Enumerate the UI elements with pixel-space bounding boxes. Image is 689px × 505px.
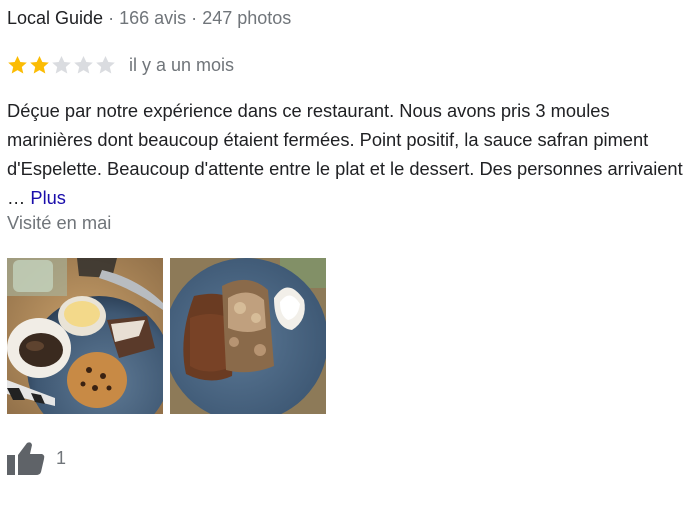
meta-separator: · <box>108 8 115 28</box>
meta-separator: · <box>191 8 198 28</box>
review-text: Déçue par notre expérience dans ce resta… <box>7 100 683 208</box>
more-link[interactable]: Plus <box>30 187 66 208</box>
rating-row: il y a un mois <box>7 53 234 77</box>
star-rating <box>7 55 117 75</box>
star-filled-icon <box>30 56 49 74</box>
chocolate-cake-photo[interactable] <box>170 258 326 414</box>
review-photos <box>7 258 326 414</box>
visit-date: Visité en mai <box>7 212 112 233</box>
reviewer-meta: Local Guide · 166 avis · 247 photos <box>7 6 291 30</box>
likes-row: 1 <box>7 441 66 475</box>
star-filled-icon <box>8 56 27 74</box>
review-time: il y a un mois <box>129 55 235 75</box>
star-empty-icon <box>74 56 93 74</box>
review-body: Déçue par notre expérience dans ce resta… <box>7 96 687 212</box>
star-empty-icon <box>52 56 71 74</box>
thumbs-up-icon[interactable] <box>7 441 45 475</box>
reviews-count: 166 avis <box>119 8 187 28</box>
star-empty-icon <box>96 56 115 74</box>
local-guide-badge[interactable]: Local Guide <box>7 8 103 28</box>
dessert-plate-photo[interactable] <box>7 258 163 414</box>
like-count: 1 <box>56 448 67 468</box>
photos-count: 247 photos <box>202 8 292 28</box>
